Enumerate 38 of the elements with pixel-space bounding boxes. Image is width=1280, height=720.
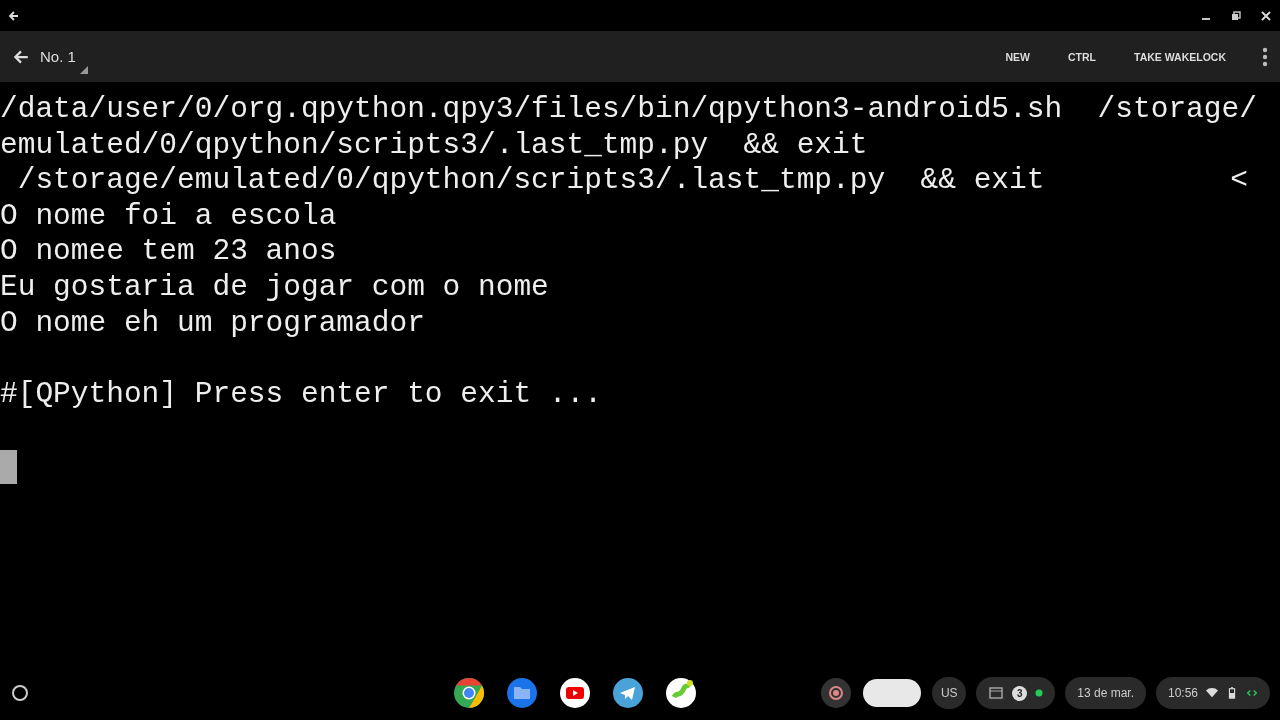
- terminal-line: O nome eh um programador: [0, 305, 425, 342]
- folder-icon[interactable]: [506, 677, 539, 709]
- pinned-icon[interactable]: [862, 678, 923, 708]
- notification-count: 3: [1012, 685, 1028, 701]
- clock-time: 10:56: [1168, 686, 1198, 700]
- toolbar-button[interactable]: TAKE WAKELOCK: [1128, 46, 1232, 67]
- browser-icon[interactable]: [453, 677, 486, 709]
- back-icon[interactable]: [8, 9, 20, 22]
- date-label[interactable]: 13 de mar.: [1065, 677, 1146, 709]
- wifi-icon: [1206, 687, 1218, 699]
- status-area[interactable]: 10:56: [1156, 677, 1270, 709]
- scroll-mark: <: [1230, 163, 1248, 199]
- terminal-line: O nomee tem 23 anos: [0, 234, 337, 270]
- launcher-icon[interactable]: [10, 683, 30, 703]
- notification-area[interactable]: 3: [976, 677, 1056, 709]
- terminal-line: /storage/emulated/0/qpython/scripts3/.last_tmp.py && exit: [16, 163, 1045, 199]
- status-dot-icon: [1035, 689, 1044, 697]
- snake-app-icon[interactable]: [665, 677, 698, 709]
- video-app-icon[interactable]: [559, 677, 592, 709]
- terminal-line: /data/user/0/org.qpython.qpy3/files/bin/qpython3-android5.sh /storage/: [0, 92, 1257, 128]
- toolbar-button[interactable]: NEW: [999, 46, 1037, 67]
- close-icon[interactable]: [1260, 9, 1272, 22]
- record-icon[interactable]: [820, 677, 853, 709]
- toolbar-button[interactable]: CTRL: [1062, 46, 1103, 67]
- terminal-line: O nome foi a escola: [0, 198, 337, 235]
- code-icon: [1246, 687, 1258, 699]
- terminal-line: emulated/0/qpython/scripts3/.last_tmp.py && exit: [0, 127, 868, 164]
- cursor: [0, 449, 17, 484]
- window-icon: [988, 687, 1005, 699]
- dropdown-icon[interactable]: [79, 66, 88, 74]
- restore-icon[interactable]: [1230, 9, 1242, 22]
- paper-plane-icon[interactable]: [612, 677, 645, 709]
- terminal-line: #[QPython] Press enter to exit ...: [0, 376, 602, 413]
- battery-icon: [1226, 687, 1238, 699]
- keyboard-layout[interactable]: US: [932, 677, 967, 709]
- more-icon[interactable]: [1262, 46, 1268, 67]
- terminal-line: Eu gostaria de jogar com o nome: [0, 269, 549, 306]
- session-title[interactable]: No. 1: [40, 48, 76, 65]
